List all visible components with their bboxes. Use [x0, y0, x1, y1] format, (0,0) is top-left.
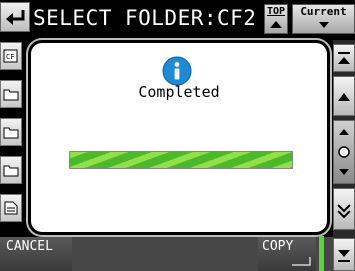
scroll-up-button[interactable]	[333, 76, 355, 116]
double-chevron-down-icon	[337, 204, 351, 219]
footer-bar: CANCEL COPY	[0, 237, 333, 271]
top-button[interactable]: TOP	[264, 4, 288, 34]
folder-icon[interactable]	[0, 156, 22, 184]
info-icon	[162, 56, 192, 86]
arrow-up-icon	[338, 93, 350, 101]
chevron-down-icon	[318, 22, 329, 28]
screen: SELECT FOLDER:CF2 TOP Current CF Complet…	[0, 0, 355, 271]
scroll-position-icon	[338, 129, 350, 175]
scroll-top-icon	[338, 52, 350, 64]
completed-dialog: Completed	[28, 40, 330, 235]
back-arrow-icon	[6, 10, 25, 25]
copy-label: COPY	[262, 239, 294, 254]
scroll-bottom-button[interactable]	[333, 238, 355, 271]
progress-fill	[70, 152, 292, 168]
cf-card-icon[interactable]: CF	[0, 42, 22, 70]
scroll-top-button[interactable]	[333, 44, 355, 72]
enter-icon	[292, 257, 311, 266]
folder-icon[interactable]	[0, 80, 22, 108]
progress-bar	[69, 151, 293, 169]
dialog-message: Completed	[138, 83, 220, 101]
scroll-thumb[interactable]	[333, 120, 355, 184]
arrow-up-icon	[270, 21, 282, 28]
svg-text:CF: CF	[6, 53, 14, 61]
folder-icon[interactable]	[0, 118, 22, 146]
scroll-bar[interactable]	[333, 40, 355, 271]
scroll-down-button[interactable]	[333, 188, 355, 230]
page-title: SELECT FOLDER:CF2	[33, 6, 257, 30]
cancel-button[interactable]: CANCEL	[0, 237, 72, 271]
copy-ready-indicator	[319, 236, 324, 271]
header-bar: SELECT FOLDER:CF2 TOP Current	[0, 0, 355, 40]
top-label: TOP	[266, 6, 286, 17]
current-label: Current	[300, 5, 347, 18]
file-icon[interactable]	[0, 194, 22, 222]
back-button[interactable]	[0, 2, 30, 32]
scroll-bottom-icon	[338, 250, 350, 262]
copy-button[interactable]: COPY	[258, 237, 316, 271]
current-button[interactable]: Current	[292, 4, 355, 34]
